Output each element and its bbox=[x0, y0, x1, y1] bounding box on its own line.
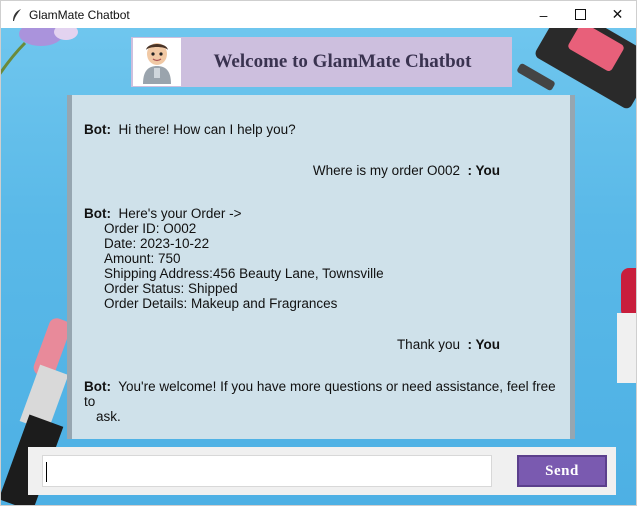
chat-message-user: Thank you : You bbox=[397, 337, 500, 352]
sender-label: Bot: bbox=[84, 379, 111, 394]
minimize-button[interactable]: – bbox=[525, 1, 562, 28]
window-title: GlamMate Chatbot bbox=[29, 7, 130, 22]
title-bar: GlamMate Chatbot – ✕ bbox=[1, 1, 636, 28]
lipstick-right-decoration bbox=[617, 268, 636, 383]
sender-label: Bot: bbox=[84, 122, 111, 137]
chat-message-bot: Bot: Hi there! How can I help you? bbox=[84, 122, 296, 137]
window-controls: – ✕ bbox=[525, 1, 636, 28]
app-window: GlamMate Chatbot – ✕ Welcome to GlamMate… bbox=[0, 0, 637, 506]
robot-avatar-icon bbox=[143, 43, 171, 84]
header-banner: Welcome to GlamMate Chatbot bbox=[131, 37, 512, 87]
leaf-decoration bbox=[1, 41, 27, 75]
feather-icon bbox=[9, 7, 25, 23]
input-bar: Send bbox=[28, 447, 616, 495]
order-detail-line: Order Status: Shipped bbox=[104, 281, 238, 296]
order-detail-line: Shipping Address:456 Beauty Lane, Townsv… bbox=[104, 266, 384, 281]
send-button[interactable]: Send bbox=[517, 455, 607, 487]
order-detail-line: Order Details: Makeup and Fragrances bbox=[104, 296, 338, 311]
sender-label: : You bbox=[467, 163, 501, 178]
message-input[interactable] bbox=[42, 455, 492, 487]
order-detail-line: Amount: 750 bbox=[104, 251, 181, 266]
avatar bbox=[133, 38, 181, 86]
order-detail-line: Date: 2023-10-22 bbox=[104, 236, 210, 251]
maximize-icon bbox=[575, 9, 586, 20]
close-button[interactable]: ✕ bbox=[599, 1, 636, 28]
chat-message-bot: Bot: Here's your Order -> Order ID: O002… bbox=[84, 206, 384, 311]
chat-area[interactable]: Bot: Hi there! How can I help you? Where… bbox=[67, 95, 575, 439]
sender-label: Bot: bbox=[84, 206, 111, 221]
chat-message-user: Where is my order O002 : You bbox=[313, 163, 500, 178]
chat-message-bot: Bot: You're welcome! If you have more qu… bbox=[84, 379, 564, 424]
message-text: Hi there! How can I help you? bbox=[118, 122, 296, 137]
sender-label: : You bbox=[467, 337, 501, 352]
message-text: Thank you bbox=[396, 337, 460, 352]
message-text: You're welcome! If you have more questio… bbox=[84, 379, 556, 409]
message-text-continued: ask. bbox=[96, 409, 121, 424]
message-text: Where is my order O002 bbox=[312, 163, 460, 178]
text-caret bbox=[46, 462, 47, 482]
maximize-button[interactable] bbox=[562, 1, 599, 28]
page-title: Welcome to GlamMate Chatbot bbox=[213, 51, 472, 72]
order-detail-line: Order ID: O002 bbox=[104, 221, 197, 236]
message-text: Here's your Order -> bbox=[118, 206, 242, 221]
